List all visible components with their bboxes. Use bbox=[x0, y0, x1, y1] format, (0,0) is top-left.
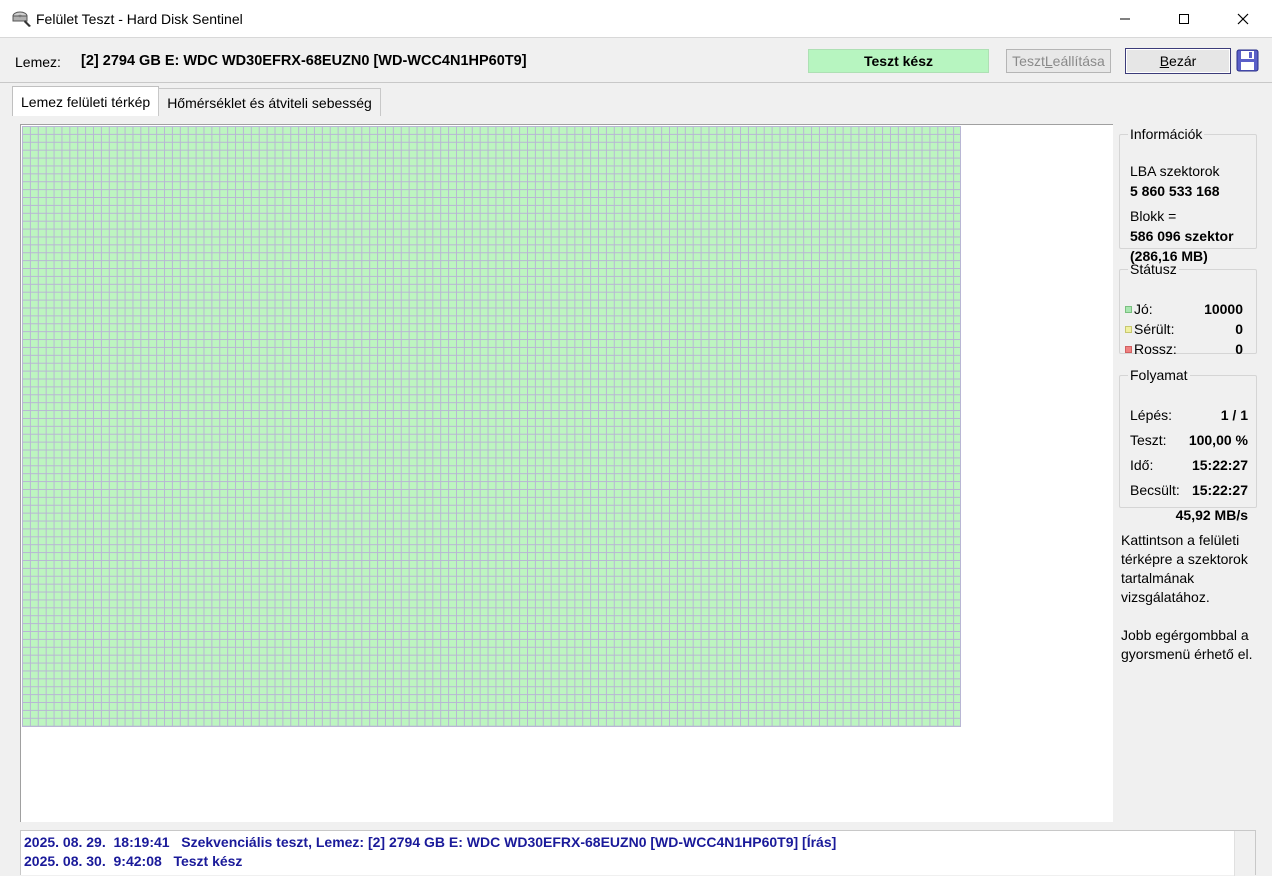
good-square-icon bbox=[1125, 306, 1132, 313]
info-legend: Információk bbox=[1130, 126, 1203, 142]
status-indicator: Teszt kész bbox=[808, 49, 989, 73]
window-title: Felület Teszt - Hard Disk Sentinel bbox=[36, 10, 243, 27]
test-label: Teszt: bbox=[1130, 432, 1167, 448]
estimated-value: 15:22:27 bbox=[1191, 482, 1248, 498]
help-line-2: Jobb egérgombbal a gyorsmenü érhető el. bbox=[1121, 627, 1253, 662]
maximize-icon bbox=[1178, 13, 1189, 24]
title-bar: Felület Teszt - Hard Disk Sentinel bbox=[0, 0, 1272, 37]
stop-test-button[interactable]: Teszt Leállítása bbox=[1006, 49, 1111, 73]
lba-label: LBA szektorok bbox=[1130, 163, 1220, 179]
log-scrollbar[interactable] bbox=[1234, 831, 1255, 876]
bad-value: 0 bbox=[1235, 341, 1243, 357]
close-window-button[interactable] bbox=[1213, 0, 1272, 37]
damaged-value: 0 bbox=[1235, 321, 1243, 337]
block-value: 586 096 szektor bbox=[1130, 228, 1234, 244]
step-label: Lépés: bbox=[1130, 407, 1173, 423]
close-icon bbox=[1237, 13, 1248, 24]
minimize-icon bbox=[1119, 18, 1130, 19]
estimated-label: Becsült: bbox=[1130, 482, 1180, 498]
lba-value: 5 860 533 168 bbox=[1130, 183, 1220, 199]
surface-map-grid[interactable] bbox=[22, 126, 961, 727]
damaged-square-icon bbox=[1125, 326, 1132, 333]
hard-disk-icon bbox=[12, 10, 32, 28]
bad-label: Rossz: bbox=[1134, 341, 1177, 357]
good-label: Jó: bbox=[1134, 301, 1153, 317]
close-button[interactable]: Bezár bbox=[1125, 48, 1231, 74]
help-line-1: Kattintson a felületi térképre a szektor… bbox=[1121, 532, 1248, 605]
speed-value: 45,92 MB/s bbox=[1175, 507, 1248, 523]
help-text: Kattintson a felületi térképre a szektor… bbox=[1121, 531, 1261, 664]
tab-temperature-speed[interactable]: Hőmérséklet és átviteli sebesség bbox=[158, 88, 381, 116]
tab-surface-map[interactable]: Lemez felületi térkép bbox=[12, 86, 160, 116]
floppy-disk-icon[interactable] bbox=[1236, 49, 1259, 72]
step-value: 1 / 1 bbox=[1220, 407, 1248, 423]
progress-group: Folyamat Lépés: 1 / 1 Teszt: 100,00 % Id… bbox=[1119, 367, 1257, 523]
surface-map-panel bbox=[20, 124, 1113, 822]
status-group: Státusz Jó: 10000 Sérült: 0 Rossz: 0 bbox=[1119, 261, 1257, 357]
block-label: Blokk = bbox=[1130, 208, 1177, 224]
time-label: Idő: bbox=[1130, 457, 1154, 473]
info-group: Információk LBA szektorok 5 860 533 168 … bbox=[1119, 126, 1257, 264]
good-value: 10000 bbox=[1204, 301, 1243, 317]
progress-legend: Folyamat bbox=[1130, 367, 1188, 383]
tab-bar: Lemez felületi térkép Hőmérséklet és átv… bbox=[12, 86, 381, 116]
damaged-label: Sérült: bbox=[1134, 321, 1175, 337]
toolbar: Lemez: [2] 2794 GB E: WDC WD30EFRX-68EUZ… bbox=[0, 37, 1272, 83]
log-panel[interactable]: 2025. 08. 29. 18:19:41 Szekvenciális tes… bbox=[20, 830, 1256, 876]
time-value: 15:22:27 bbox=[1191, 457, 1248, 473]
disk-selector[interactable]: [2] 2794 GB E: WDC WD30EFRX-68EUZN0 [WD-… bbox=[81, 53, 527, 69]
minimize-button[interactable] bbox=[1095, 0, 1154, 37]
status-legend: Státusz bbox=[1130, 261, 1177, 277]
log-entry: 2025. 08. 30. 9:42:08 Teszt kész bbox=[24, 853, 243, 869]
bad-square-icon bbox=[1125, 346, 1132, 353]
log-entry: 2025. 08. 29. 18:19:41 Szekvenciális tes… bbox=[24, 834, 837, 850]
disk-label: Lemez: bbox=[15, 54, 61, 70]
test-value: 100,00 % bbox=[1188, 432, 1248, 448]
maximize-button[interactable] bbox=[1154, 0, 1213, 37]
